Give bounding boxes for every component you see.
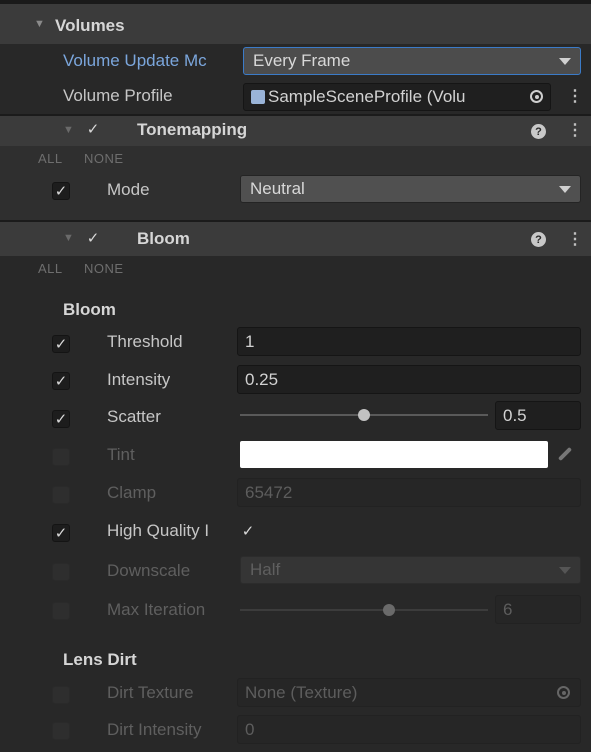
chevron-down-icon bbox=[559, 185, 571, 193]
scatter-label: Scatter bbox=[107, 407, 161, 426]
scatter-field[interactable]: 0.5 bbox=[495, 401, 581, 430]
max-iteration-value: 6 bbox=[503, 599, 513, 619]
threshold-label: Threshold bbox=[107, 332, 183, 351]
threshold-override-checkbox[interactable]: ✓ bbox=[52, 335, 70, 353]
bloom-kebab-icon[interactable]: ⋮ bbox=[567, 229, 583, 249]
threshold-field[interactable]: 1 bbox=[237, 327, 581, 356]
dirt-texture-value: None (Texture) bbox=[245, 682, 358, 702]
chevron-down-icon bbox=[559, 57, 571, 65]
volume-profile-label: Volume Profile bbox=[63, 86, 173, 105]
downscale-override-checkbox[interactable] bbox=[52, 563, 70, 581]
tint-override-checkbox[interactable] bbox=[52, 448, 70, 466]
dirt-texture-field[interactable]: None (Texture) bbox=[237, 678, 581, 707]
max-iteration-slider[interactable] bbox=[240, 598, 488, 622]
chevron-down-icon bbox=[559, 566, 571, 574]
volumes-title: Volumes bbox=[55, 16, 125, 35]
volume-update-mode-value: Every Frame bbox=[253, 51, 351, 70]
dirt-intensity-label: Dirt Intensity bbox=[107, 720, 202, 739]
bloom-enable-checkbox[interactable]: ✓ bbox=[84, 229, 102, 247]
tonemapping-foldout-icon[interactable]: ▼ bbox=[63, 124, 74, 136]
tonemapping-enable-checkbox[interactable]: ✓ bbox=[84, 120, 102, 138]
mode-dropdown[interactable]: Neutral bbox=[240, 175, 581, 203]
profile-asset-icon bbox=[251, 90, 265, 104]
clamp-field[interactable]: 65472 bbox=[237, 478, 581, 507]
eyedropper-icon[interactable] bbox=[557, 446, 573, 462]
max-iteration-slider-knob[interactable] bbox=[383, 604, 395, 616]
mode-override-checkbox[interactable]: ✓ bbox=[52, 182, 70, 200]
high-quality-override-checkbox[interactable]: ✓ bbox=[52, 524, 70, 542]
tonemapping-kebab-icon[interactable]: ⋮ bbox=[567, 120, 583, 140]
bloom-foldout-icon[interactable]: ▼ bbox=[63, 232, 74, 244]
lens-dirt-section-label: Lens Dirt bbox=[63, 650, 137, 669]
bloom-help-icon[interactable]: ? bbox=[531, 232, 546, 247]
intensity-value: 0.25 bbox=[245, 369, 279, 389]
tonemapping-help-icon[interactable]: ? bbox=[531, 124, 546, 139]
volumes-foldout-icon[interactable]: ▼ bbox=[34, 18, 45, 30]
mode-label: Mode bbox=[107, 180, 150, 199]
max-iteration-override-checkbox[interactable] bbox=[52, 602, 70, 620]
tint-label: Tint bbox=[107, 445, 135, 464]
high-quality-checkbox[interactable]: ✓ bbox=[239, 522, 257, 540]
scatter-slider-knob[interactable] bbox=[358, 409, 370, 421]
intensity-field[interactable]: 0.25 bbox=[237, 365, 581, 394]
intensity-label: Intensity bbox=[107, 370, 171, 389]
volume-update-mode-dropdown[interactable]: Every Frame bbox=[243, 47, 581, 75]
bloom-title: Bloom bbox=[137, 229, 190, 248]
max-iteration-label: Max Iteration bbox=[107, 600, 206, 619]
mode-value: Neutral bbox=[250, 179, 305, 198]
downscale-label: Downscale bbox=[107, 561, 191, 580]
clamp-label: Clamp bbox=[107, 483, 157, 502]
bloom-all-button[interactable]: ALL bbox=[38, 261, 63, 276]
max-iteration-field[interactable]: 6 bbox=[495, 595, 581, 624]
tonemapping-title: Tonemapping bbox=[137, 120, 248, 139]
clamp-override-checkbox[interactable] bbox=[52, 486, 70, 504]
object-picker-icon[interactable] bbox=[557, 686, 570, 699]
tint-color-swatch[interactable] bbox=[240, 441, 548, 468]
threshold-value: 1 bbox=[245, 331, 255, 351]
downscale-dropdown[interactable]: Half bbox=[240, 556, 581, 584]
clamp-value: 65472 bbox=[245, 482, 293, 502]
volume-profile-value: SampleSceneProfile (Volu bbox=[268, 87, 466, 106]
volume-update-mode-label: Volume Update Mc bbox=[63, 51, 207, 70]
dirt-intensity-field[interactable]: 0 bbox=[237, 715, 581, 744]
bloom-none-button[interactable]: NONE bbox=[84, 261, 124, 276]
object-picker-icon[interactable] bbox=[530, 90, 543, 103]
bloom-section-label: Bloom bbox=[63, 300, 116, 319]
scatter-value: 0.5 bbox=[503, 405, 527, 425]
scatter-slider[interactable] bbox=[240, 403, 488, 427]
max-iteration-slider-track bbox=[240, 609, 488, 611]
dirt-intensity-override-checkbox[interactable] bbox=[52, 722, 70, 740]
volume-profile-field[interactable]: SampleSceneProfile (Volu bbox=[243, 83, 551, 111]
downscale-value: Half bbox=[250, 560, 281, 579]
dirt-texture-label: Dirt Texture bbox=[107, 683, 194, 702]
intensity-override-checkbox[interactable]: ✓ bbox=[52, 372, 70, 390]
dirt-texture-override-checkbox[interactable] bbox=[52, 686, 70, 704]
dirt-intensity-value: 0 bbox=[245, 719, 255, 739]
scatter-override-checkbox[interactable]: ✓ bbox=[52, 410, 70, 428]
tonemapping-all-button[interactable]: ALL bbox=[38, 151, 63, 166]
tonemapping-none-button[interactable]: NONE bbox=[84, 151, 124, 166]
volumes-kebab-icon[interactable]: ⋮ bbox=[567, 86, 583, 106]
high-quality-label: High Quality I bbox=[107, 521, 210, 540]
